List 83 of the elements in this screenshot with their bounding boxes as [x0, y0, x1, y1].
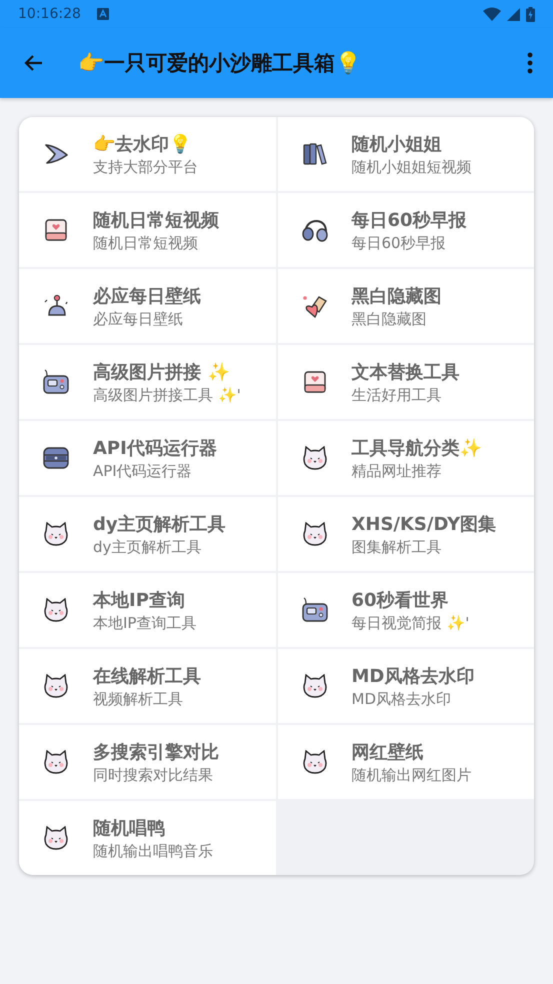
tool-item[interactable]: 本地IP查询 本地IP查询工具 — [19, 573, 276, 647]
tool-item[interactable]: 必应每日壁纸 必应每日壁纸 — [19, 269, 276, 343]
status-time: 10:16:28 — [18, 6, 81, 22]
tool-description: dy主页解析工具 — [93, 538, 202, 556]
cat-face-icon — [302, 674, 328, 698]
tool-title: 必应每日壁纸 — [93, 284, 201, 308]
tool-description: 本地IP查询工具 — [93, 614, 196, 632]
tool-title: 每日60秒早报 — [352, 208, 467, 232]
tool-item[interactable]: MD风格去水印 MD风格去水印 — [278, 649, 534, 723]
arrow-icon — [43, 142, 69, 166]
wifi-icon — [483, 7, 501, 21]
notebook-icon — [302, 370, 326, 394]
tool-title: 60秒看世界 — [352, 588, 450, 612]
tool-description: 精品网址推荐 — [352, 462, 442, 480]
tool-item[interactable]: 👉去水印💡 支持大部分平台 — [19, 117, 276, 191]
tool-title: 文本替换工具 — [352, 360, 460, 384]
cat-face-icon — [43, 826, 69, 850]
tool-title: MD风格去水印 — [352, 664, 474, 688]
radio-icon — [43, 369, 69, 395]
tool-item[interactable]: 随机唱鸭 随机输出唱鸭音乐 — [19, 801, 276, 875]
tool-item[interactable]: 网红壁纸 随机输出网红图片 — [278, 725, 534, 799]
cat-face-icon — [302, 522, 328, 546]
tool-item[interactable]: API代码运行器 API代码运行器 — [19, 421, 276, 495]
tool-item[interactable]: 多搜索引擎对比 同时搜索对比结果 — [19, 725, 276, 799]
tool-title: dy主页解析工具 — [93, 512, 226, 536]
tool-title: 高级图片拼接 ✨ — [93, 360, 230, 384]
tool-title: 本地IP查询 — [93, 588, 186, 612]
cat-face-icon — [43, 598, 69, 622]
tool-title: 👉去水印💡 — [93, 132, 192, 156]
battery-icon — [526, 6, 535, 22]
tool-item[interactable]: XHS/KS/DY图集 图集解析工具 — [278, 497, 534, 571]
tool-item[interactable]: dy主页解析工具 dy主页解析工具 — [19, 497, 276, 571]
app-title: 👉一只可爱的小沙雕工具箱💡 — [78, 50, 362, 77]
tool-item[interactable]: 随机小姐姐 随机小姐姐短视频 — [278, 117, 534, 191]
tool-title: 多搜索引擎对比 — [93, 740, 219, 764]
tool-item[interactable]: 工具导航分类✨ 精品网址推荐 — [278, 421, 534, 495]
tool-description: 必应每日壁纸 — [93, 310, 184, 328]
tool-description: 随机日常短视频 — [93, 234, 199, 252]
radio-icon — [302, 597, 328, 623]
tool-item[interactable]: 文本替换工具 生活好用工具 — [278, 345, 534, 419]
tool-description: API代码运行器 — [93, 462, 193, 480]
tool-description: 图集解析工具 — [352, 538, 442, 556]
tool-item[interactable]: 黑白隐藏图 黑白隐藏图 — [278, 269, 534, 343]
tool-description: 随机小姐姐短视频 — [352, 158, 472, 176]
tool-description: 随机输出唱鸭音乐 — [93, 842, 213, 860]
tool-title: 在线解析工具 — [93, 664, 201, 688]
tool-description: MD风格去水印 — [352, 690, 452, 708]
tool-item[interactable]: 60秒看世界 每日视觉简报 ✨' — [278, 573, 534, 647]
tool-description: 生活好用工具 — [352, 386, 442, 404]
tool-title: 黑白隐藏图 — [352, 284, 442, 308]
headphones-icon — [300, 218, 328, 242]
tool-title: 随机唱鸭 — [93, 816, 166, 840]
books-icon — [302, 142, 326, 166]
tool-item[interactable]: 在线解析工具 视频解析工具 — [19, 649, 276, 723]
tool-title: 工具导航分类✨ — [352, 436, 482, 460]
keyboard-notification-icon — [96, 8, 109, 20]
tool-description: 支持大部分平台 — [93, 158, 198, 176]
tool-description: 每日视觉简报 ✨' — [352, 614, 470, 632]
tool-title: 随机日常短视频 — [93, 208, 219, 232]
tool-item[interactable]: 高级图片拼接 ✨ 高级图片拼接工具 ✨' — [19, 345, 276, 419]
tool-title: 网红壁纸 — [352, 740, 424, 764]
tool-description: 视频解析工具 — [93, 690, 184, 708]
tool-item[interactable]: 随机日常短视频 随机日常短视频 — [19, 193, 276, 267]
tool-item[interactable]: 每日60秒早报 每日60秒早报 — [278, 193, 534, 267]
tool-title: XHS/KS/DY图集 — [352, 512, 496, 536]
notebook-icon — [44, 218, 68, 242]
cat-face-icon — [43, 750, 69, 774]
tool-title: API代码运行器 — [93, 436, 217, 460]
cat-face-icon — [302, 446, 328, 470]
cat-face-icon — [43, 522, 69, 546]
joystick-icon — [43, 294, 69, 318]
more-options-icon[interactable] — [527, 52, 533, 74]
signal-icon — [507, 8, 520, 20]
server-icon — [43, 446, 69, 470]
tool-description: 同时搜索对比结果 — [93, 766, 214, 784]
tool-description: 黑白隐藏图 — [352, 310, 428, 328]
cat-face-icon — [43, 674, 69, 698]
cat-face-icon — [302, 750, 328, 774]
tool-description: 高级图片拼接工具 ✨' — [93, 386, 241, 404]
tool-title: 随机小姐姐 — [352, 132, 442, 156]
tool-description: 每日60秒早报 — [352, 234, 447, 252]
tool-description: 随机输出网红图片 — [352, 766, 472, 784]
eraser-heart-icon — [302, 293, 328, 319]
